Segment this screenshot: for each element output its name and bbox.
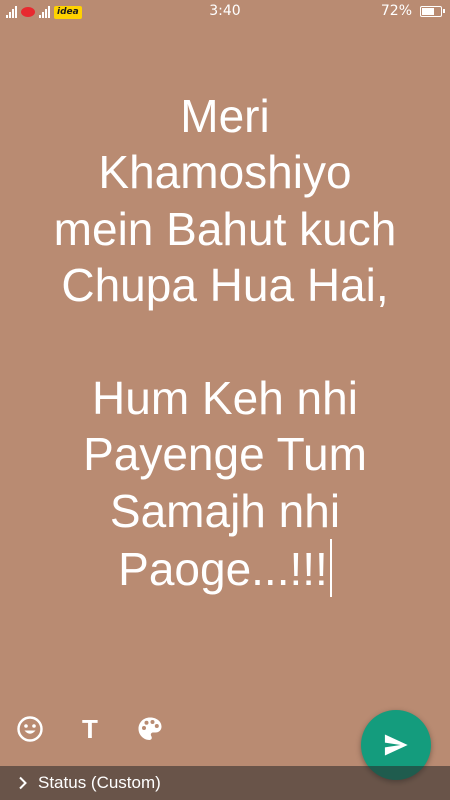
status-text-input[interactable]: Meri Khamoshiyo mein Bahut kuch Chupa Hu…	[10, 88, 440, 598]
send-icon	[384, 734, 408, 756]
status-composer-screen: idea 3:40 72% Meri Khamoshiyo mein Bahut…	[0, 0, 450, 800]
chevron-right-icon	[19, 776, 27, 790]
color-button[interactable]	[133, 712, 167, 746]
palette-icon	[138, 717, 162, 740]
system-status-bar: idea 3:40 72%	[0, 0, 450, 24]
emoji-icon	[17, 716, 43, 742]
status-audience-bar[interactable]: Status (Custom)	[0, 766, 450, 800]
font-icon: T	[82, 713, 98, 744]
emoji-button[interactable]	[13, 712, 47, 746]
battery-indicator: 72%	[380, 3, 445, 19]
status-text-content: Meri Khamoshiyo mein Bahut kuch Chupa Hu…	[53, 90, 397, 596]
text-cursor	[329, 539, 332, 598]
status-audience-label: Status (Custom)	[38, 773, 161, 792]
battery-level-fill	[422, 7, 435, 15]
battery-icon	[420, 5, 445, 17]
battery-percent: 72%	[380, 3, 412, 19]
font-style-button[interactable]: T	[73, 712, 107, 746]
